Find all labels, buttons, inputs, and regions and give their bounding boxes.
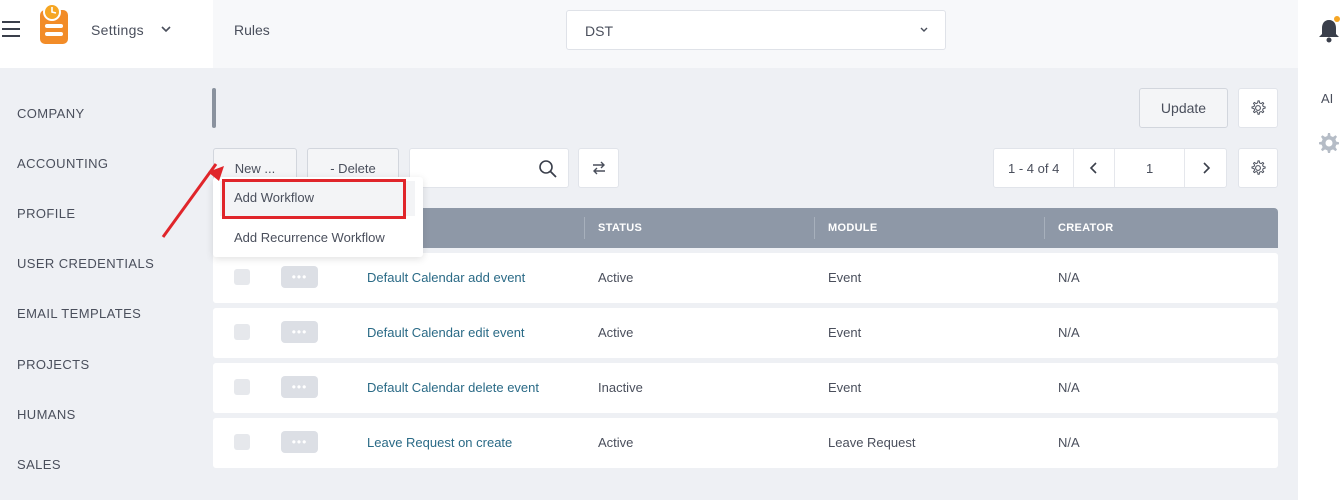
- row-actions-button[interactable]: •••: [281, 376, 318, 398]
- sidebar: COMPANY ACCOUNTING PROFILE USER CREDENTI…: [0, 68, 213, 500]
- module-cell: Event: [828, 380, 862, 395]
- column-divider: [584, 217, 585, 239]
- prev-page-button[interactable]: [1074, 149, 1115, 187]
- gear-icon[interactable]: [1316, 131, 1340, 155]
- next-page-button[interactable]: [1185, 149, 1226, 187]
- table-row[interactable]: ••• Default Calendar add event Active Ev…: [213, 253, 1278, 303]
- sidebar-item-accounting[interactable]: ACCOUNTING: [17, 156, 108, 171]
- creator-cell: N/A: [1058, 435, 1080, 450]
- swap-arrows-icon: [592, 161, 605, 175]
- workflow-name-link[interactable]: Leave Request on create: [367, 435, 512, 450]
- right-rail: [1298, 0, 1340, 500]
- search-input[interactable]: [418, 157, 538, 181]
- table-row[interactable]: ••• Default Calendar edit event Active E…: [213, 308, 1278, 358]
- column-header-module[interactable]: MODULE: [828, 222, 877, 234]
- column-divider: [1044, 217, 1045, 239]
- sidebar-item-user-credentials[interactable]: USER CREDENTIALS: [17, 256, 154, 271]
- column-header-creator[interactable]: CREATOR: [1058, 222, 1113, 234]
- pagination: 1 - 4 of 4 1: [993, 148, 1227, 188]
- module-cell: Event: [828, 325, 862, 340]
- select-value: DST: [585, 23, 613, 39]
- update-button[interactable]: Update: [1139, 88, 1228, 128]
- chevron-left-icon: [1090, 162, 1097, 174]
- ai-button[interactable]: AI: [1321, 91, 1333, 106]
- status-cell: Active: [598, 270, 634, 285]
- hamburger-menu-icon[interactable]: [2, 21, 20, 37]
- chevron-right-icon: [1203, 162, 1210, 174]
- annotation-arrow-icon: [161, 163, 224, 238]
- sidebar-item-humans[interactable]: HUMANS: [17, 407, 76, 422]
- chevron-down-icon: [920, 27, 928, 32]
- menu-item-add-recurrence-workflow[interactable]: Add Recurrence Workflow: [234, 230, 385, 245]
- app-logo-icon[interactable]: [38, 2, 70, 46]
- pagination-range: 1 - 4 of 4: [994, 149, 1075, 187]
- status-cell: Inactive: [598, 380, 643, 395]
- sidebar-item-projects[interactable]: PROJECTS: [17, 357, 90, 372]
- status-cell: Active: [598, 435, 634, 450]
- page-number-input[interactable]: 1: [1115, 149, 1186, 187]
- highlight-box: [222, 179, 406, 219]
- chevron-down-icon[interactable]: [160, 22, 172, 36]
- sidebar-item-company[interactable]: COMPANY: [17, 106, 85, 121]
- module-cell: Event: [828, 270, 862, 285]
- row-checkbox[interactable]: [234, 269, 250, 285]
- timezone-select[interactable]: DST: [566, 10, 946, 50]
- gear-icon: [1251, 100, 1266, 115]
- table-row[interactable]: ••• Leave Request on create Active Leave…: [213, 418, 1278, 468]
- status-cell: Active: [598, 325, 634, 340]
- swap-button[interactable]: [578, 148, 619, 188]
- table-settings-button[interactable]: [1238, 148, 1278, 188]
- workflow-name-link[interactable]: Default Calendar edit event: [367, 325, 525, 340]
- row-checkbox[interactable]: [234, 434, 250, 450]
- row-actions-button[interactable]: •••: [281, 266, 318, 288]
- column-header-status[interactable]: STATUS: [598, 222, 642, 234]
- search-icon[interactable]: [538, 159, 558, 179]
- view-settings-button[interactable]: [1238, 88, 1278, 128]
- notification-bell-icon[interactable]: [1318, 16, 1340, 44]
- module-cell: Leave Request: [828, 435, 916, 450]
- breadcrumb: Rules: [234, 22, 270, 38]
- sidebar-item-sales[interactable]: SALES: [17, 457, 61, 472]
- creator-cell: N/A: [1058, 380, 1080, 395]
- scroll-handle[interactable]: [212, 88, 216, 128]
- workflow-name-link[interactable]: Default Calendar add event: [367, 270, 525, 285]
- sidebar-item-email-templates[interactable]: EMAIL TEMPLATES: [17, 306, 141, 321]
- workflow-name-link[interactable]: Default Calendar delete event: [367, 380, 539, 395]
- creator-cell: N/A: [1058, 325, 1080, 340]
- row-actions-button[interactable]: •••: [281, 321, 318, 343]
- table-row[interactable]: ••• Default Calendar delete event Inacti…: [213, 363, 1278, 413]
- row-actions-button[interactable]: •••: [281, 431, 318, 453]
- row-checkbox[interactable]: [234, 379, 250, 395]
- row-checkbox[interactable]: [234, 324, 250, 340]
- settings-menu-label[interactable]: Settings: [91, 22, 144, 38]
- column-divider: [814, 217, 815, 239]
- creator-cell: N/A: [1058, 270, 1080, 285]
- search-field: [409, 148, 569, 188]
- gear-icon: [1251, 160, 1266, 175]
- sidebar-item-profile[interactable]: PROFILE: [17, 206, 75, 221]
- top-left-panel: Settings: [0, 0, 213, 68]
